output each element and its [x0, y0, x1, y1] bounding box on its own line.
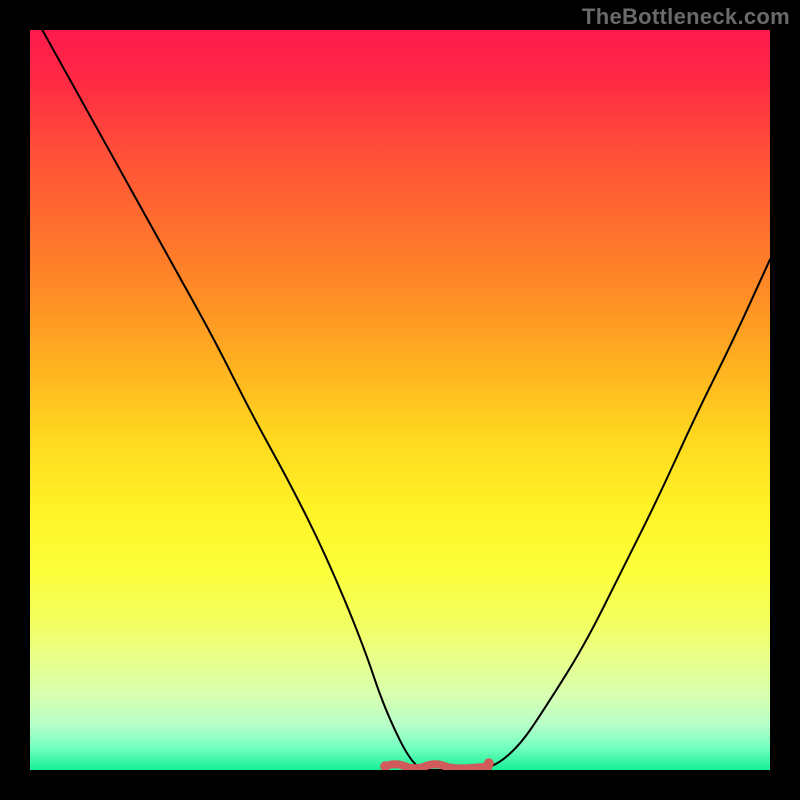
plot-area [30, 30, 770, 770]
highlight-dot-right [484, 758, 494, 768]
chart-frame: TheBottleneck.com [0, 0, 800, 800]
highlight-segment [385, 764, 489, 768]
curve-line [30, 30, 770, 770]
watermark-text: TheBottleneck.com [582, 4, 790, 30]
chart-svg [30, 30, 770, 770]
